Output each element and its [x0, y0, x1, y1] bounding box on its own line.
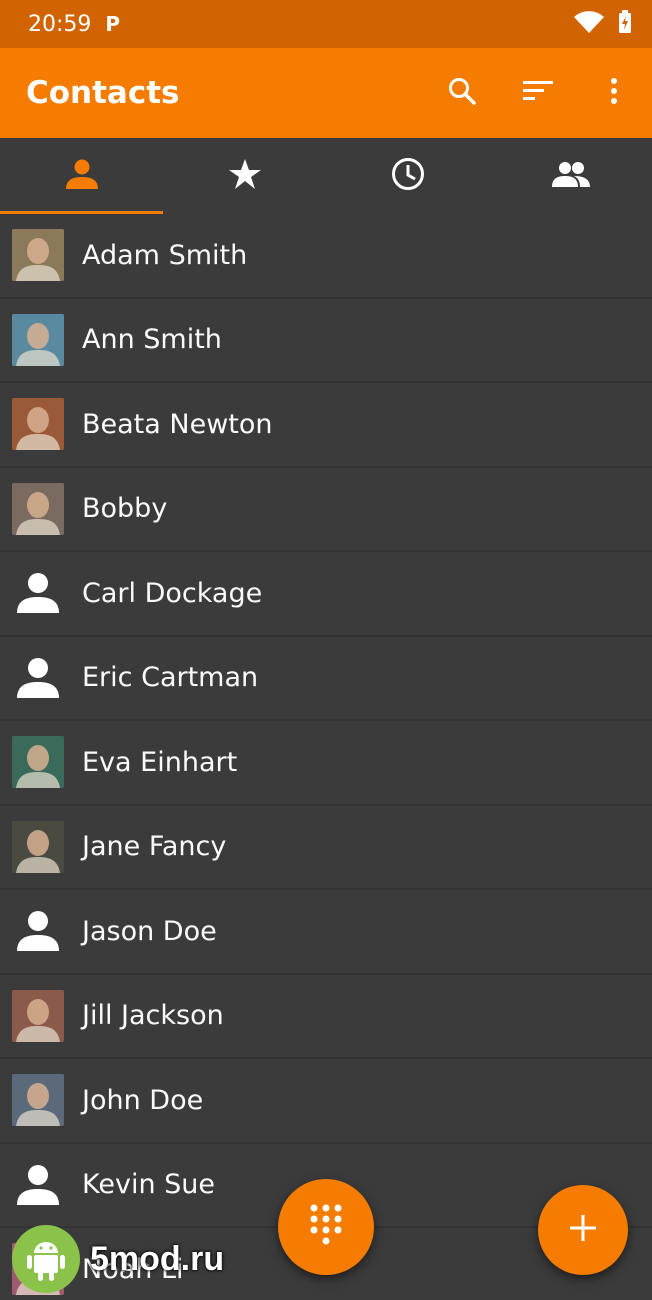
- tab-recents[interactable]: [326, 138, 489, 214]
- wifi-icon: [574, 11, 604, 37]
- app-bar: Contacts: [0, 48, 652, 138]
- watermark-text: 5mod.ru: [90, 1239, 225, 1278]
- avatar: [12, 398, 64, 451]
- contact-row[interactable]: Eva Einhart: [0, 721, 652, 806]
- contact-name: Carl Dockage: [82, 577, 263, 609]
- watermark: 5mod.ru: [12, 1225, 224, 1293]
- more-options-button[interactable]: [576, 48, 652, 138]
- star-icon: [228, 159, 261, 193]
- contact-name: Adam Smith: [82, 239, 248, 271]
- add-icon: [570, 1215, 596, 1245]
- tab-bar: [0, 138, 652, 214]
- contact-name: Jane Fancy: [82, 831, 227, 863]
- android-icon: [12, 1225, 80, 1293]
- sort-icon: [523, 80, 553, 106]
- dialpad-button[interactable]: [278, 1179, 374, 1275]
- contact-name: Jason Doe: [82, 915, 217, 947]
- contact-row[interactable]: Carl Dockage: [0, 552, 652, 637]
- status-bar: 20:59 P: [0, 0, 652, 48]
- avatar: [12, 229, 64, 282]
- contact-row[interactable]: Eric Cartman: [0, 637, 652, 721]
- contact-row[interactable]: John Doe: [0, 1059, 652, 1144]
- avatar: [12, 482, 64, 535]
- search-icon: [447, 76, 477, 110]
- contact-name: John Doe: [82, 1084, 204, 1116]
- tab-contacts[interactable]: [0, 138, 163, 214]
- contact-name: Beata Newton: [82, 408, 273, 440]
- avatar: [12, 989, 64, 1042]
- avatar: [12, 736, 64, 789]
- search-button[interactable]: [424, 48, 500, 138]
- contact-name: Ann Smith: [82, 324, 222, 356]
- contact-row[interactable]: Bobby: [0, 468, 652, 552]
- person-placeholder-icon: [12, 1159, 64, 1211]
- contact-name: Eva Einhart: [82, 746, 238, 778]
- contact-name: Jill Jackson: [82, 1000, 224, 1032]
- person-placeholder-icon: [12, 567, 64, 619]
- page-title: Contacts: [26, 75, 180, 111]
- dialpad-icon: [310, 1204, 342, 1250]
- contact-row[interactable]: Jane Fancy: [0, 806, 652, 890]
- more-vert-icon: [610, 77, 618, 109]
- contact-name: Kevin Sue: [82, 1169, 216, 1201]
- group-icon: [551, 161, 590, 191]
- tab-favorites[interactable]: [163, 138, 326, 214]
- add-contact-button[interactable]: [538, 1185, 628, 1275]
- contact-name: Bobby: [82, 493, 168, 525]
- tab-groups[interactable]: [489, 138, 652, 214]
- contact-list: Adam Smith Ann Smith Beata Newton Bobby Carl…: [0, 214, 652, 1300]
- contact-row[interactable]: Jason Doe: [0, 890, 652, 975]
- avatar: [12, 1074, 64, 1127]
- status-time: 20:59: [28, 11, 92, 37]
- notification-p-icon: P: [105, 12, 121, 36]
- person-placeholder-icon: [12, 652, 64, 704]
- person-icon: [65, 159, 99, 193]
- contact-row[interactable]: Jill Jackson: [0, 975, 652, 1059]
- contact-row[interactable]: Ann Smith: [0, 299, 652, 383]
- clock-icon: [391, 157, 425, 195]
- contact-row[interactable]: Adam Smith: [0, 214, 652, 299]
- avatar: [12, 820, 64, 873]
- contact-row[interactable]: Beata Newton: [0, 383, 652, 468]
- person-placeholder-icon: [12, 905, 64, 957]
- battery-charging-icon: [618, 10, 632, 38]
- avatar: [12, 313, 64, 366]
- sort-button[interactable]: [500, 48, 576, 138]
- contact-name: Eric Cartman: [82, 662, 259, 694]
